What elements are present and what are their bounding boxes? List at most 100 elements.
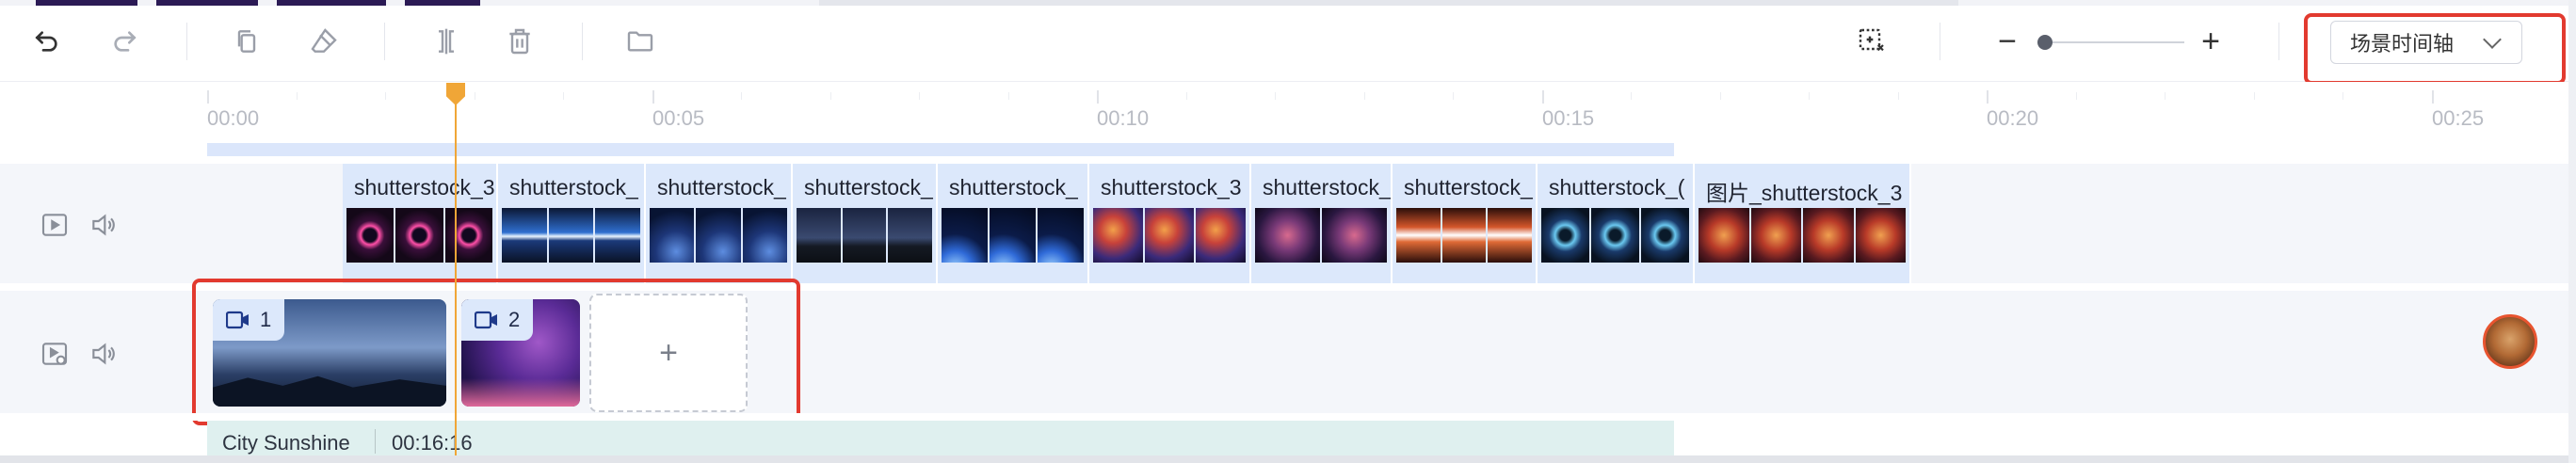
clip-label: shutterstock_(	[1549, 175, 1685, 200]
copy-icon[interactable]	[226, 21, 267, 62]
ruler-tick	[1453, 92, 1454, 100]
video-clip[interactable]: shutterstock_3	[1089, 164, 1251, 283]
clip-thumbnail	[548, 208, 594, 263]
ruler-tick	[207, 90, 209, 104]
fit-icon[interactable]	[1851, 21, 1892, 62]
video-clip[interactable]: shutterstock_(	[1538, 164, 1695, 283]
clip-thumbnail	[650, 208, 695, 263]
ruler-tick	[1809, 92, 1810, 100]
ruler-tick	[2076, 92, 2077, 100]
clip-thumbnail	[502, 208, 547, 263]
video-clip[interactable]: shutterstock_3	[343, 164, 498, 283]
clip-thumbnail	[1144, 208, 1195, 263]
toolbar-divider	[2278, 23, 2279, 60]
clip-label: shutterstock_3	[1101, 175, 1242, 200]
clip-thumbnail	[1855, 208, 1906, 263]
toolbar	[0, 6, 2576, 82]
clip-thumbnails	[1541, 208, 1689, 263]
clip-thumbnails	[502, 208, 640, 263]
video-clip[interactable]: 图片_shutterstock_3	[1695, 164, 1911, 283]
ruler-label: 00:00	[207, 106, 260, 130]
clip-label: shutterstock_	[1404, 175, 1533, 200]
clip-thumbnail	[1255, 208, 1320, 263]
ruler-tick	[1631, 92, 1632, 100]
zoom-slider-track[interactable]	[2038, 41, 2184, 43]
clip-thumbnail	[797, 208, 841, 263]
undo-icon[interactable]	[26, 21, 68, 62]
clip-thumbnails	[1255, 208, 1387, 263]
volume-icon[interactable]	[87, 208, 121, 242]
zoom-out-button[interactable]: −	[1988, 23, 2026, 60]
track-divider	[0, 413, 2576, 421]
ruler-tick	[1008, 92, 1009, 100]
clip-thumbnail	[1322, 208, 1387, 263]
clip-thumbnail	[444, 208, 492, 263]
volume-icon[interactable]	[87, 337, 121, 371]
clip-label: shutterstock_	[509, 175, 638, 200]
clip-label: shutterstock_	[804, 175, 933, 200]
clip-thumbnails	[1699, 208, 1906, 263]
delete-icon[interactable]	[499, 21, 540, 62]
clip-thumbnail	[1641, 208, 1689, 263]
ruler-label: 00:15	[1542, 106, 1595, 130]
playhead-line[interactable]	[455, 88, 457, 463]
clip-thumbnail	[742, 208, 787, 263]
video-clip[interactable]: shutterstock_	[498, 164, 646, 283]
clip-thumbnail	[1488, 208, 1532, 263]
horizontal-scrollbar[interactable]	[0, 455, 2576, 463]
clip-label: shutterstock_	[657, 175, 786, 200]
clip-thumbnail	[1591, 208, 1639, 263]
ruler-tick	[1720, 92, 1721, 100]
vertical-scrollbar[interactable]	[2568, 0, 2576, 463]
clip-thumbnail	[842, 208, 887, 263]
clip-thumbnails	[1396, 208, 1532, 263]
clip-thumbnail	[1093, 208, 1143, 263]
clip-thumbnail	[346, 208, 394, 263]
ruler-tick	[563, 92, 564, 100]
clip-thumbnails	[650, 208, 787, 263]
play-icon[interactable]	[38, 208, 72, 242]
video-clip[interactable]: shutterstock_	[793, 164, 938, 283]
clip-label: 图片_shutterstock_3	[1706, 181, 1903, 205]
scene-play-icon[interactable]	[38, 337, 72, 371]
folder-icon[interactable]	[620, 21, 661, 62]
zoom-slider-handle[interactable]	[2037, 35, 2053, 50]
video-clip[interactable]: shutterstock_	[1251, 164, 1393, 283]
ruler-tick	[1987, 90, 1988, 104]
clip-thumbnail	[595, 208, 640, 263]
clip-thumbnail	[990, 208, 1036, 263]
ruler-label: 00:10	[1097, 106, 1150, 130]
audio-duration: 00:16:16	[392, 431, 473, 455]
clip-thumbnail	[1541, 208, 1589, 263]
ruler-tick	[297, 92, 298, 100]
zoom-in-button[interactable]: +	[2192, 23, 2230, 60]
highlight-box-scenes	[192, 279, 800, 425]
split-icon[interactable]	[426, 21, 467, 62]
video-clip[interactable]: shutterstock_	[1393, 164, 1538, 283]
clear-icon[interactable]	[303, 21, 345, 62]
clip-label: shutterstock_3	[354, 175, 495, 200]
ruler-label: 00:25	[2432, 106, 2485, 130]
timeline-range-bar	[207, 143, 1674, 156]
ruler-tick	[2432, 90, 2434, 104]
redo-icon[interactable]	[104, 21, 145, 62]
ruler-tick	[830, 92, 831, 100]
clip-thumbnail	[1750, 208, 1801, 263]
clip-thumbnail	[942, 208, 988, 263]
toolbar-divider	[582, 23, 583, 60]
highlight-box-mode-select	[2304, 13, 2566, 85]
ruler-tick	[741, 92, 742, 100]
ruler-tick	[1542, 90, 1544, 104]
clip-thumbnail	[888, 208, 932, 263]
video-clip[interactable]: shutterstock_	[646, 164, 793, 283]
clip-label: shutterstock_	[949, 175, 1078, 200]
clip-thumbnail	[696, 208, 741, 263]
ruler-tick	[1898, 92, 1899, 100]
toolbar-divider	[384, 23, 385, 60]
ruler-tick	[2254, 92, 2255, 100]
avatar[interactable]	[2483, 314, 2537, 369]
clip-label: shutterstock_	[1263, 175, 1392, 200]
audio-name: City Sunshine	[222, 431, 350, 455]
ruler-tick	[1275, 92, 1276, 100]
video-clip[interactable]: shutterstock_	[938, 164, 1089, 283]
